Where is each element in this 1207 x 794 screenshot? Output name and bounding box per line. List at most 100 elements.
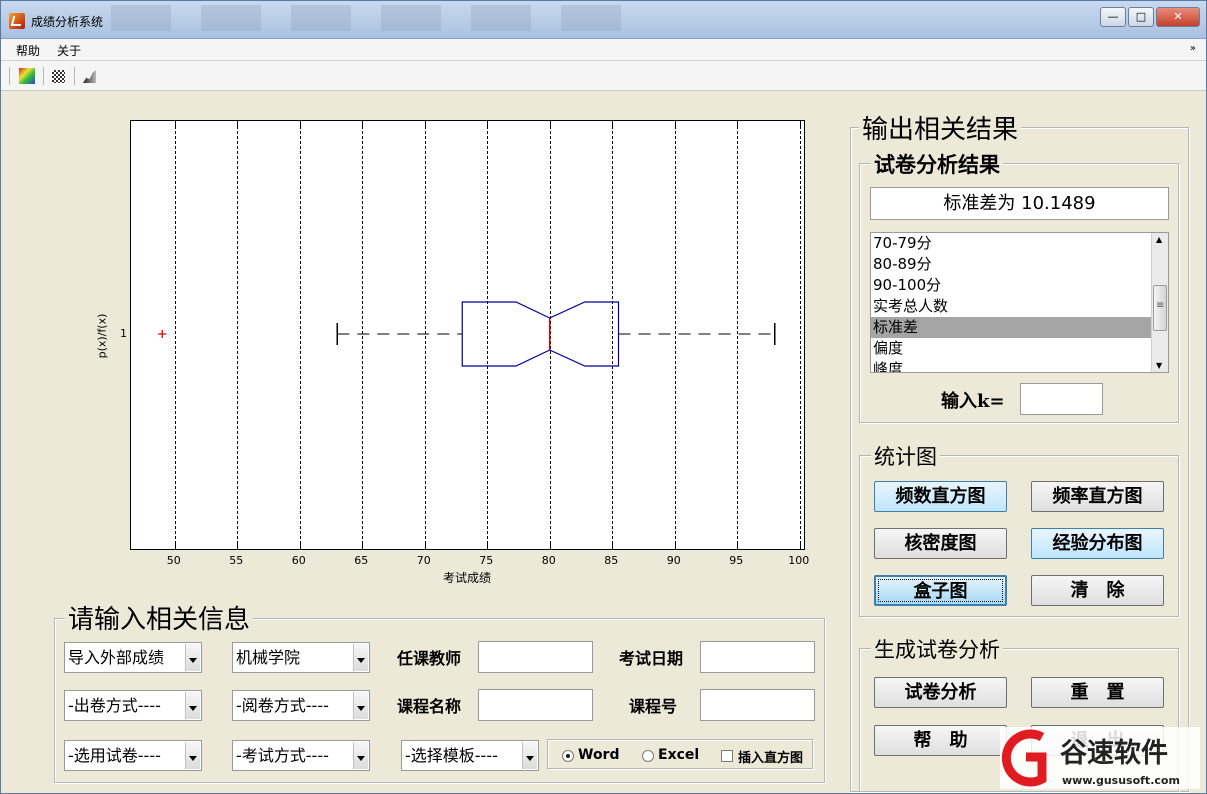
- chevron-down-icon[interactable]: [353, 644, 368, 671]
- word-radio[interactable]: [562, 750, 574, 762]
- window-title: 成绩分析系统: [31, 15, 104, 29]
- input-info-title: 请输入相关信息: [65, 599, 254, 636]
- x-tick-label: 75: [479, 554, 494, 567]
- empirical-distribution-button[interactable]: 经验分布图: [1031, 528, 1164, 559]
- excel-radio[interactable]: [642, 750, 654, 762]
- list-item[interactable]: 峰度: [871, 359, 1151, 372]
- x-tick-label: 95: [729, 554, 744, 567]
- app-window: 成绩分析系统 — □ ✕ 帮助 关于 » 50 55 60 65 70 75 80 85 90 9…: [0, 0, 1207, 794]
- toolbar-separator: [74, 67, 75, 85]
- list-item[interactable]: 偏度: [871, 338, 1151, 359]
- import-scores-value: 导入外部成绩: [68, 648, 165, 667]
- paper-method-select[interactable]: -出卷方式----: [64, 690, 202, 721]
- svg-text:谷速软件: 谷速软件: [1060, 738, 1168, 769]
- marking-method-value: -阅卷方式----: [236, 696, 329, 715]
- paper-analysis-button[interactable]: 试卷分析: [874, 677, 1007, 708]
- kernel-density-button[interactable]: 核密度图: [874, 528, 1007, 559]
- colormap-icon[interactable]: [19, 68, 35, 84]
- grid-icon[interactable]: [52, 70, 65, 83]
- boxplot-axes: [130, 120, 805, 550]
- menu-about[interactable]: 关于: [57, 42, 81, 59]
- scroll-down-icon[interactable]: ▼: [1156, 361, 1162, 370]
- k-label: 输入k=: [941, 391, 1005, 412]
- teacher-input[interactable]: [478, 641, 593, 673]
- listbox-scrollbar[interactable]: ▲ ▼: [1151, 233, 1168, 372]
- x-tick-label: 70: [416, 554, 431, 567]
- list-item[interactable]: 90-100分: [871, 275, 1151, 296]
- matlab-app-icon: [9, 13, 25, 29]
- course-name-label: 课程名称: [397, 697, 462, 716]
- svg-text:www.gususoft.com: www.gususoft.com: [1062, 774, 1180, 787]
- toolbar: [1, 61, 1206, 91]
- word-label[interactable]: Word: [578, 747, 620, 763]
- background-ghost: [111, 5, 631, 31]
- menu-help[interactable]: 帮助: [16, 42, 40, 59]
- insert-histogram-label[interactable]: 插入直方图: [738, 747, 803, 766]
- chevron-down-icon[interactable]: [185, 742, 200, 769]
- course-number-label: 课程号: [629, 697, 678, 716]
- statistics-listbox[interactable]: 70-79分80-89分90-100分实考总人数标准差偏度峰度 ▲ ▼: [870, 232, 1169, 373]
- toolbar-separator: [43, 67, 44, 85]
- choose-paper-value: -选用试卷----: [68, 746, 161, 765]
- maximize-button[interactable]: □: [1128, 7, 1154, 27]
- import-scores-select[interactable]: 导入外部成绩: [64, 642, 202, 673]
- y-tick-label: 1: [120, 327, 127, 340]
- frequency-rate-histogram-button[interactable]: 频率直方图: [1031, 481, 1164, 512]
- chevron-down-icon[interactable]: [353, 692, 368, 719]
- template-select[interactable]: -选择模板----: [401, 740, 539, 771]
- x-axis-label: 考试成绩: [442, 571, 492, 585]
- close-button[interactable]: ✕: [1156, 7, 1200, 27]
- outlier-marker: [158, 330, 167, 338]
- marking-method-select[interactable]: -阅卷方式----: [232, 690, 370, 721]
- title-bar[interactable]: 成绩分析系统 — □ ✕: [1, 1, 1206, 39]
- x-tick-label: 60: [291, 554, 306, 567]
- menu-bar: 帮助 关于 »: [1, 39, 1206, 61]
- teacher-label: 任课教师: [397, 649, 462, 668]
- chevron-down-icon[interactable]: [185, 644, 200, 671]
- college-select[interactable]: 机械学院: [232, 642, 370, 673]
- x-tick-label: 65: [354, 554, 369, 567]
- college-value: 机械学院: [236, 648, 301, 667]
- course-number-input[interactable]: [700, 689, 815, 721]
- scroll-up-icon[interactable]: ▲: [1156, 235, 1162, 244]
- chevron-down-icon[interactable]: [185, 692, 200, 719]
- template-value: -选择模板----: [405, 746, 498, 765]
- list-item[interactable]: 标准差: [871, 317, 1151, 338]
- gususoft-watermark-logo: 谷速软件 www.gususoft.com: [1000, 727, 1200, 789]
- exam-date-input[interactable]: [700, 641, 815, 673]
- x-tick-label: 55: [229, 554, 244, 567]
- x-tick-label: 80: [541, 554, 556, 567]
- grayscale-icon[interactable]: [83, 70, 96, 83]
- x-tick-label: 100: [788, 554, 810, 567]
- clear-button[interactable]: 清 除: [1031, 575, 1164, 606]
- chevron-down-icon[interactable]: [353, 742, 368, 769]
- list-item[interactable]: 80-89分: [871, 254, 1151, 275]
- result-display: 标准差为 10.1489: [870, 187, 1169, 220]
- insert-histogram-checkbox[interactable]: [721, 750, 733, 762]
- charts-title: 统计图: [871, 441, 940, 471]
- x-tick-label: 90: [666, 554, 681, 567]
- list-item[interactable]: 70-79分: [871, 233, 1151, 254]
- analysis-results-title: 试卷分析结果: [871, 149, 1003, 179]
- menu-overflow-icon[interactable]: »: [1190, 43, 1196, 54]
- course-name-input[interactable]: [478, 689, 593, 721]
- exam-type-select[interactable]: -考试方式----: [232, 740, 370, 771]
- generate-analysis-title: 生成试卷分析: [871, 634, 1003, 664]
- boxplot-svg: [158, 301, 776, 367]
- boxplot-button[interactable]: 盒子图: [874, 575, 1007, 606]
- figure-client-area: 50 55 60 65 70 75 80 85 90 95 100 考试成绩 p(x)/f(x) 1…: [9, 92, 1201, 792]
- k-input[interactable]: [1020, 383, 1103, 415]
- choose-paper-select[interactable]: -选用试卷----: [64, 740, 202, 771]
- frequency-count-histogram-button[interactable]: 频数直方图: [874, 481, 1007, 512]
- list-item[interactable]: 实考总人数: [871, 296, 1151, 317]
- x-tick-label: 85: [604, 554, 619, 567]
- chevron-down-icon[interactable]: [522, 742, 537, 769]
- exam-type-value: -考试方式----: [236, 746, 329, 765]
- help-button[interactable]: 帮 助: [874, 725, 1007, 756]
- paper-method-value: -出卷方式----: [68, 696, 161, 715]
- scroll-thumb[interactable]: [1153, 285, 1167, 331]
- y-axis-label: p(x)/f(x): [95, 313, 109, 359]
- reset-button[interactable]: 重 置: [1031, 677, 1164, 708]
- excel-label[interactable]: Excel: [658, 747, 699, 763]
- minimize-button[interactable]: —: [1100, 7, 1126, 27]
